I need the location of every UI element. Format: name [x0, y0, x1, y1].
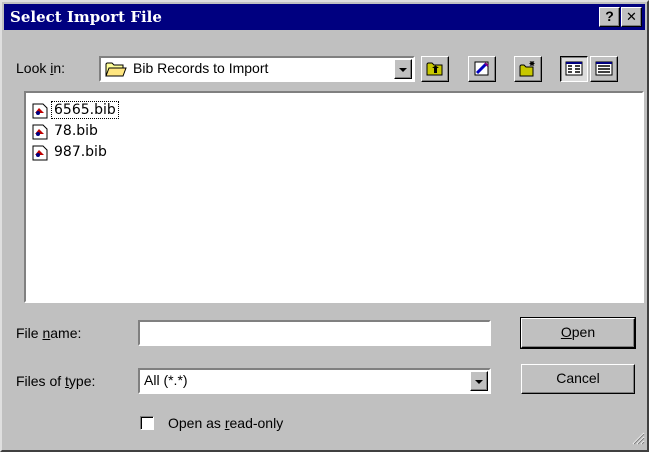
file-name-text: 6565.bib [51, 101, 119, 119]
look-in-value: Bib Records to Import [133, 60, 269, 76]
list-view-button[interactable] [560, 56, 588, 82]
open-as-read-only-label[interactable]: Open as read-only [168, 415, 283, 431]
bib-file-icon [32, 103, 48, 122]
close-button[interactable]: ✕ [621, 7, 642, 27]
cancel-button[interactable]: Cancel [521, 364, 635, 394]
resize-grip-icon[interactable] [631, 431, 645, 448]
open-as-read-only-checkbox[interactable] [140, 416, 154, 430]
files-of-type-combobox[interactable]: All (*.*) [138, 368, 491, 394]
file-name-input[interactable] [138, 320, 491, 346]
create-new-folder-button[interactable] [514, 56, 542, 82]
look-in-dropdown-button[interactable] [394, 59, 412, 79]
file-name-text: 78.bib [54, 123, 98, 139]
file-name-label: File name: [16, 325, 82, 341]
look-in-label: Look in: [16, 60, 66, 76]
bib-file-icon [32, 124, 48, 143]
files-of-type-label: Files of type: [16, 373, 96, 389]
folder-icon [105, 60, 127, 81]
desktop-button[interactable] [468, 56, 496, 82]
file-item-78[interactable]: 78.bib [32, 122, 152, 142]
open-button[interactable]: Open [520, 317, 636, 349]
file-name-text: 987.bib [54, 144, 107, 160]
files-of-type-value: All (*.*) [144, 372, 188, 388]
dialog-title: Select Import File [10, 8, 162, 26]
look-in-combobox[interactable]: Bib Records to Import [99, 56, 415, 82]
file-item-987[interactable]: 987.bib [32, 143, 152, 163]
select-import-file-dialog: Select Import File ? ✕ Look in: Bib Reco… [0, 0, 649, 452]
title-bar[interactable]: Select Import File ? ✕ [4, 4, 645, 30]
file-list[interactable]: 6565.bib 78.bib 987.bib [24, 91, 644, 303]
file-item-6565[interactable]: 6565.bib [32, 101, 152, 121]
details-view-button[interactable] [590, 56, 618, 82]
files-of-type-dropdown-button[interactable] [470, 371, 488, 391]
help-button[interactable]: ? [599, 7, 620, 27]
up-one-level-button[interactable] [421, 56, 449, 82]
bib-file-icon [32, 145, 48, 164]
